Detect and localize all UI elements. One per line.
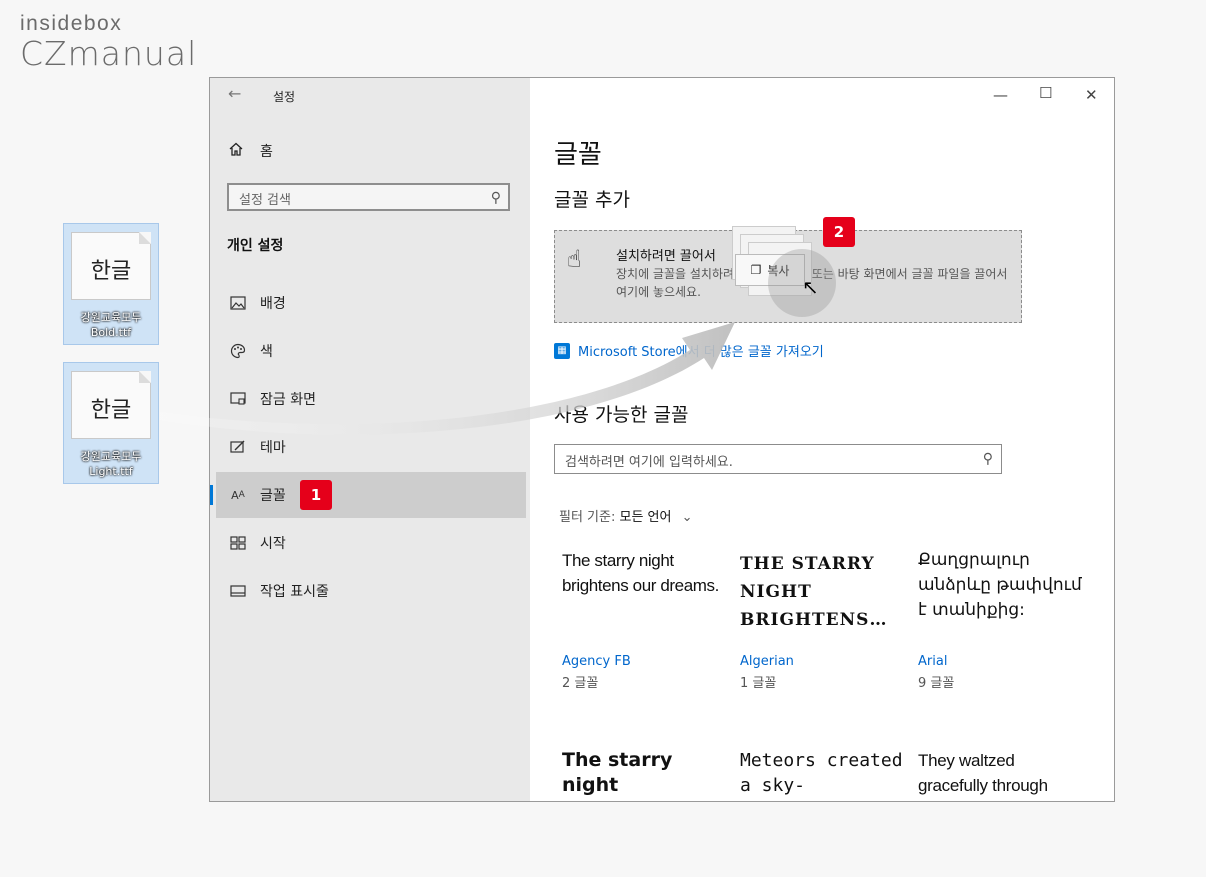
home-icon [228,141,248,161]
brand-logo: insidebox CZmanual [20,12,197,72]
taskbar-icon [228,581,248,601]
sidebar-item-taskbar[interactable]: 작업 표시줄 [216,568,526,614]
settings-search-input[interactable]: 설정 검색 ⚲ [227,183,510,211]
copy-icon: ❐ [750,263,762,277]
theme-icon [228,437,248,457]
font-sample: They waltzed gracefully through [918,751,1048,795]
main-content: — ☐ ✕ 글꼴 글꼴 추가 ☝ 설치하려면 끌어서 장치에 글꼴을 설치하려면… [530,78,1114,801]
maximize-icon[interactable]: ☐ [1039,84,1052,102]
font-card[interactable]: The starry night [562,748,727,798]
add-font-heading: 글꼴 추가 [554,189,630,211]
sidebar-home[interactable]: 홈 [228,141,273,161]
drop-zone-title: 설치하려면 끌어서 [616,249,716,264]
sidebar-item-label: 테마 [260,440,286,456]
settings-window: ← 설정 홈 설정 검색 ⚲ 개인 설정 배경 색 잠금 화면 테마 A A 글… [209,77,1115,802]
sidebar-item-color[interactable]: 색 [216,328,526,374]
desktop-font-file-light[interactable]: 한글 강원교육모두 Light.ttf [63,362,159,484]
sidebar-item-label: 작업 표시줄 [260,584,329,600]
font-sample: The starry night brightens our dreams. [562,551,719,595]
sidebar: ← 설정 홈 설정 검색 ⚲ 개인 설정 배경 색 잠금 화면 테마 A A 글… [210,78,530,801]
font-file-glyph: 한글 [90,398,132,423]
font-sample: Meteors created a sky- [740,750,903,796]
store-icon: ▦ [554,342,570,359]
sidebar-item-label: 배경 [260,296,286,312]
sidebar-item-fonts[interactable]: AA 글꼴 [210,472,526,518]
font-search-placeholder: 검색하려면 여기에 입력하세요. [565,455,733,470]
sidebar-item-theme[interactable]: 테마 [216,424,526,470]
step-badge-2: 2 [823,217,855,247]
mouse-cursor-icon: ↖ [802,275,819,299]
filter-label: 필터 기준: [559,510,616,525]
font-count: 9 글꼴 [918,676,955,691]
font-name[interactable]: Arial [918,654,947,669]
font-sample: Քաղցրալուր անձրևը թափվում է տանիքից: [918,550,1082,620]
font-card-agency-fb[interactable]: The starry night brightens our dreams. [562,548,727,598]
font-name[interactable]: Agency FB [562,654,631,669]
hand-pointer-icon: ☝ [567,245,582,273]
desktop-file-name: 강원교육모두 Bold.ttf [80,311,142,339]
desktop-font-file-bold[interactable]: 한글 강원교육모두 Bold.ttf [63,223,159,345]
chevron-down-icon: ⌄ [681,510,693,525]
available-fonts-heading: 사용 가능한 글꼴 [554,404,689,426]
brand-top: insidebox [20,12,123,35]
font-count: 1 글꼴 [740,676,777,691]
start-icon [228,533,248,553]
filter-value: 모든 언어 [619,510,672,525]
font-sample: The starry night [562,749,673,796]
microsoft-store-link[interactable]: ▦ Microsoft Store에서 더 많은 글꼴 가져오기 [554,341,824,360]
font-file-glyph: 한글 [90,259,132,284]
search-icon[interactable]: ⚲ [491,190,501,206]
brand-bottom: CZmanual [20,34,198,73]
font-count: 2 글꼴 [562,676,599,691]
desktop-file-name: 강원교육모두 Light.ttf [80,450,142,478]
lock-screen-icon [228,389,248,409]
sidebar-item-lock-screen[interactable]: 잠금 화면 [216,376,526,422]
active-indicator [210,485,213,505]
sidebar-item-label: 글꼴 [260,488,286,504]
font-card-arial[interactable]: Քաղցրալուր անձրևը թափվում է տանիքից: [918,548,1083,623]
search-icon[interactable]: ⚲ [983,451,993,467]
font-file-icon: 한글 [71,232,151,300]
font-file-icon: 한글 [71,371,151,439]
sidebar-item-label: 잠금 화면 [260,392,316,408]
image-icon [228,293,248,313]
close-icon[interactable]: ✕ [1085,86,1098,104]
store-link-label: Microsoft Store에서 더 많은 글꼴 가져오기 [578,345,824,360]
section-label: 개인 설정 [227,238,284,254]
arrow-left-icon[interactable]: ← [228,84,241,103]
font-name[interactable]: Algerian [740,654,794,669]
font-card-algerian[interactable]: THE STARRY NIGHT BRIGHTENS… [740,550,905,634]
font-card[interactable]: Meteors created a sky- [740,748,905,798]
sidebar-item-label: 색 [260,344,273,360]
window-title: 설정 [273,90,296,104]
font-card[interactable]: They waltzed gracefully through [918,748,1083,798]
sidebar-item-label: 시작 [260,536,286,552]
page-title: 글꼴 [554,140,602,170]
font-icon: AA [231,488,245,502]
sidebar-home-label: 홈 [260,144,273,160]
sidebar-item-start[interactable]: 시작 [216,520,526,566]
font-sample: THE STARRY NIGHT BRIGHTENS… [740,554,888,630]
font-search-input[interactable]: 검색하려면 여기에 입력하세요. ⚲ [554,444,1002,474]
language-filter[interactable]: 필터 기준: 모든 언어 ⌄ [559,506,693,525]
sidebar-item-background[interactable]: 배경 [216,280,526,326]
step-badge-1: 1 [300,480,332,510]
minimize-icon[interactable]: — [993,86,1008,104]
palette-icon [228,341,248,361]
settings-search-placeholder: 설정 검색 [239,193,291,208]
